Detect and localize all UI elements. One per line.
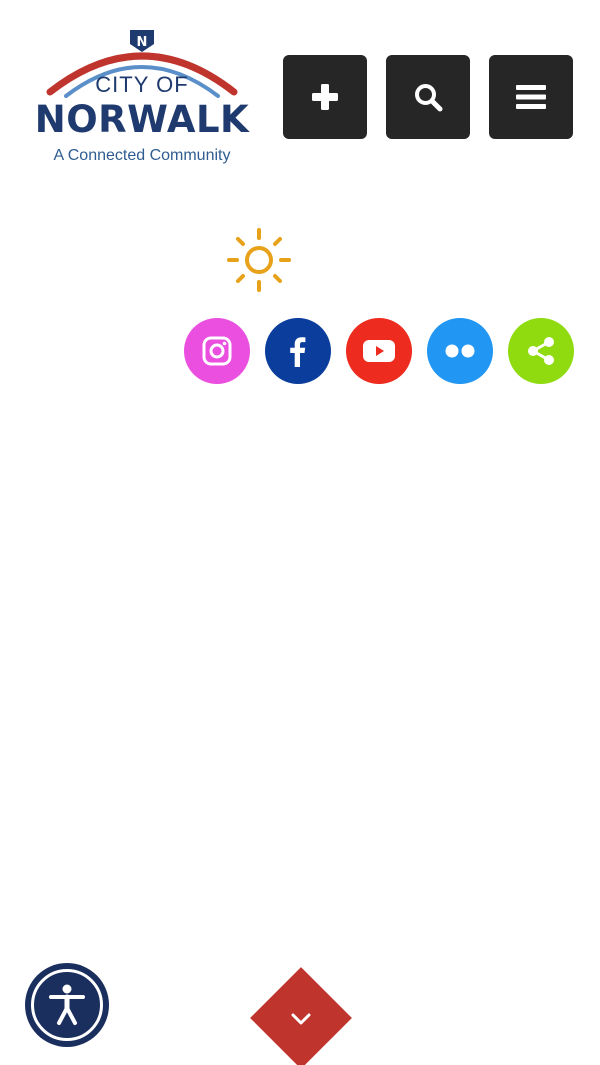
city-logo[interactable]: N CITY OF NORWALK A Connected Community	[22, 26, 262, 171]
facebook-icon	[290, 337, 306, 367]
youtube-icon	[363, 340, 395, 362]
logo-city-of: CITY OF	[95, 72, 189, 97]
weather-widget[interactable]	[226, 227, 292, 293]
youtube-link[interactable]	[346, 318, 412, 384]
flickr-link[interactable]	[427, 318, 493, 384]
share-icon	[528, 337, 554, 365]
accessibility-ring	[31, 969, 103, 1041]
accessibility-icon	[49, 984, 85, 1025]
scroll-down-button[interactable]	[250, 967, 352, 1065]
sun-icon	[227, 228, 291, 292]
logo-badge-letter: N	[137, 35, 148, 50]
accessibility-button[interactable]	[25, 963, 109, 1047]
search-button[interactable]	[386, 55, 470, 139]
logo-tagline: A Connected Community	[53, 147, 231, 164]
instagram-icon	[202, 336, 232, 366]
flickr-icon	[445, 344, 475, 358]
instagram-link[interactable]	[184, 318, 250, 384]
search-icon	[415, 84, 443, 112]
logo-name: NORWALK	[34, 98, 250, 141]
menu-button[interactable]	[489, 55, 573, 139]
page: N CITY OF NORWALK A Connected Community	[0, 0, 600, 1065]
share-link[interactable]	[508, 318, 574, 384]
plus-icon	[312, 84, 338, 110]
facebook-link[interactable]	[265, 318, 331, 384]
add-button[interactable]	[283, 55, 367, 139]
hamburger-icon	[516, 85, 546, 109]
